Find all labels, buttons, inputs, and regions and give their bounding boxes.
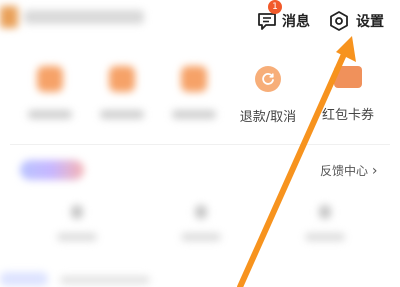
asset-stat[interactable]	[42, 205, 112, 241]
avatar[interactable]	[0, 6, 18, 28]
shortcut-label-placeholder	[172, 110, 216, 119]
feedback-label: 反馈中心	[320, 164, 369, 178]
username-placeholder[interactable]	[24, 10, 144, 24]
asset-stat[interactable]	[166, 205, 236, 241]
message-badge: 1	[268, 0, 282, 14]
bottom-text-placeholder	[60, 276, 150, 284]
stat-label	[181, 233, 221, 241]
order-icon	[109, 66, 135, 92]
refund-shortcut[interactable]: 退款/取消	[238, 66, 298, 125]
order-icon	[37, 66, 63, 92]
order-icon	[181, 66, 207, 92]
message-label: 消息	[282, 14, 310, 30]
bottom-banner	[0, 272, 48, 286]
stat-value	[319, 205, 331, 219]
coupon-shortcut[interactable]: 红包卡券	[318, 66, 378, 123]
stat-value	[195, 205, 207, 219]
shortcut-label-placeholder	[100, 110, 144, 119]
shortcut-label-placeholder	[28, 110, 72, 119]
stat-label	[57, 233, 97, 241]
settings-label: 设置	[356, 14, 384, 30]
coupon-icon	[334, 66, 362, 88]
divider	[10, 144, 390, 145]
stat-label	[305, 233, 345, 241]
order-shortcut-1[interactable]	[20, 66, 80, 119]
chevron-right-icon: ›	[371, 163, 378, 179]
order-shortcut-3[interactable]	[164, 66, 224, 119]
feedback-center-link[interactable]: 反馈中心 ›	[320, 162, 377, 179]
settings-button[interactable]: 设置	[328, 6, 384, 36]
settings-icon	[328, 10, 350, 32]
asset-stat[interactable]	[290, 205, 360, 241]
order-shortcut-2[interactable]	[92, 66, 152, 119]
refund-icon	[255, 66, 281, 92]
assets-tag	[20, 160, 84, 180]
profile-page: 消息 1 设置 退款/取消 红包卡券 反馈中心 ›	[0, 0, 400, 287]
refund-label: 退款/取消	[239, 110, 297, 125]
coupon-label: 红包卡券	[321, 108, 374, 123]
message-button[interactable]: 消息	[256, 6, 310, 36]
stat-value	[71, 205, 83, 219]
